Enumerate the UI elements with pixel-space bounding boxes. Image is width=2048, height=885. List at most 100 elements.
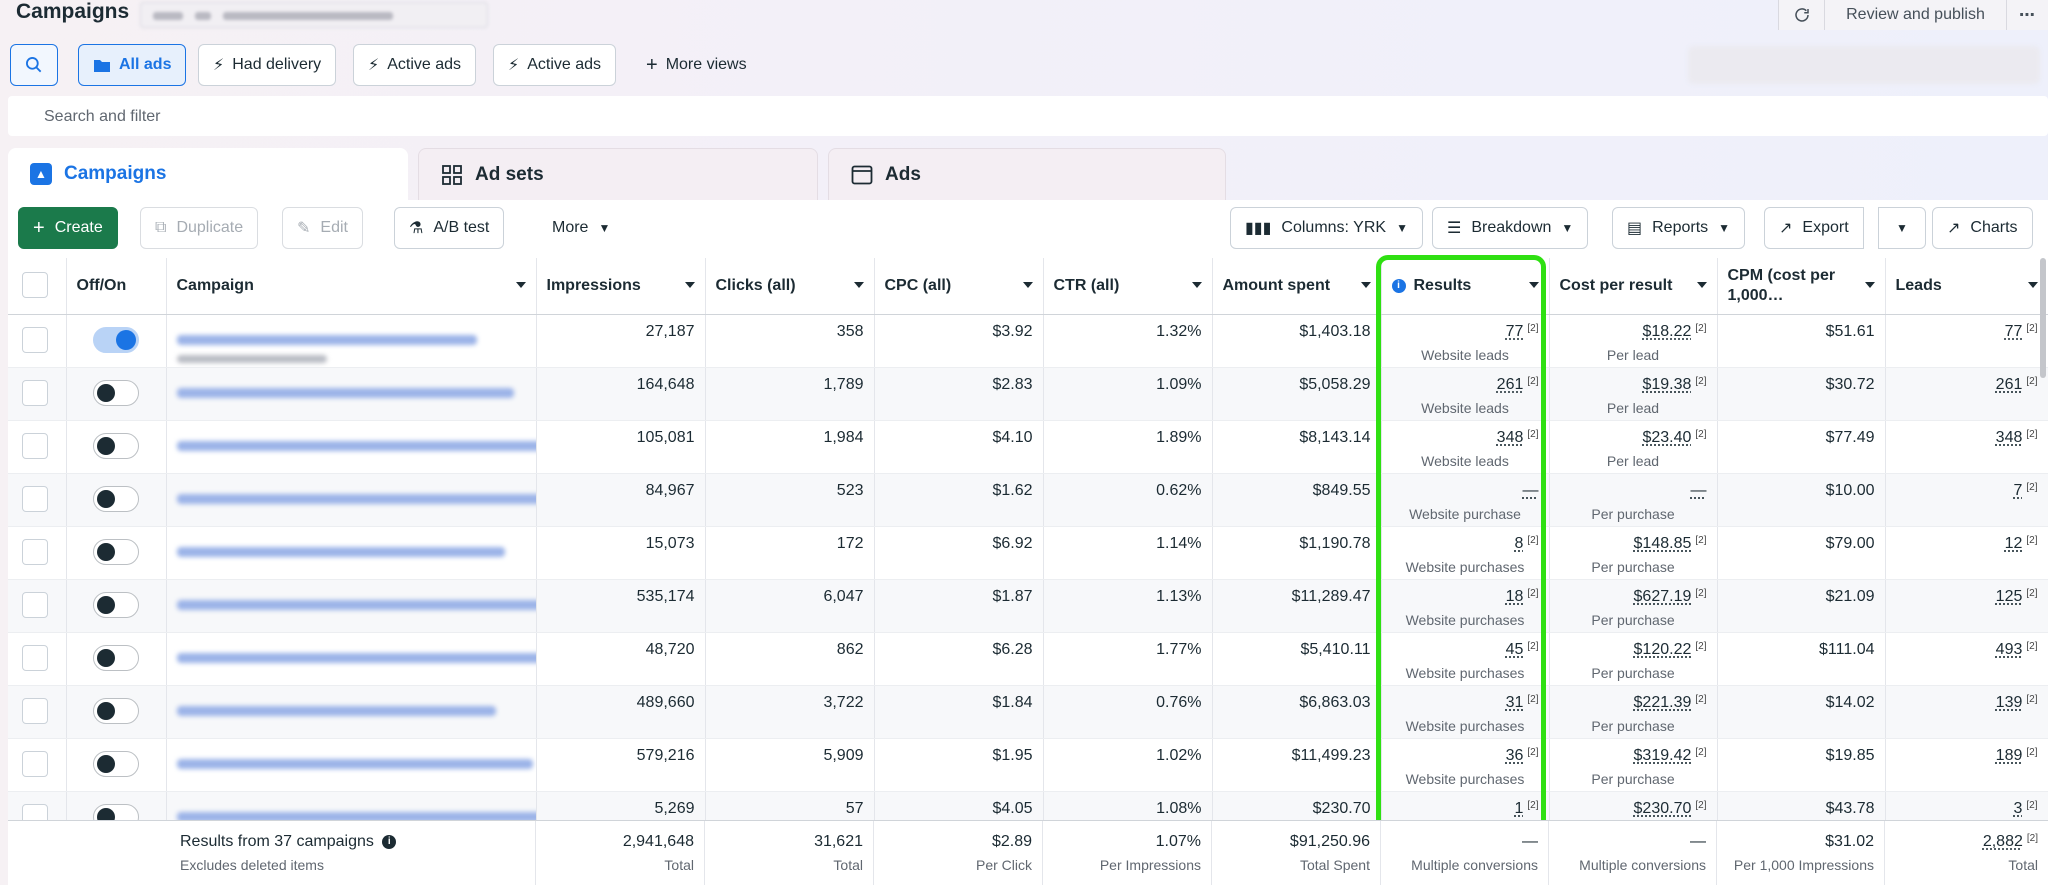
cpr-value[interactable]: $221.39	[1634, 694, 1692, 711]
cpr-value[interactable]: $319.42	[1634, 747, 1692, 764]
results-value[interactable]: 348	[1497, 429, 1524, 446]
campaign-toggle[interactable]	[92, 538, 139, 565]
leads-value[interactable]: 3	[2013, 800, 2022, 817]
col-ctr[interactable]: CTR (all)	[1043, 258, 1213, 315]
tab-campaigns[interactable]: ▲ Campaigns	[8, 148, 408, 200]
duplicate-button[interactable]: ⧉ Duplicate	[140, 207, 259, 249]
export-button[interactable]: ↗ Export	[1764, 207, 1864, 249]
sort-caret-icon[interactable]	[684, 282, 695, 288]
table-row[interactable]: 84,967 523 $1.62 0.62% $849.55— Website purch…	[8, 473, 2048, 527]
leads-value[interactable]: 261	[1996, 376, 2023, 393]
results-value[interactable]: 36	[1506, 747, 1524, 764]
campaign-toggle[interactable]	[92, 326, 139, 353]
campaign-toggle[interactable]	[92, 591, 139, 618]
table-row[interactable]: 27,187 358 $3.92 1.32% $1,403.18 77 [2] Website…	[8, 314, 2048, 368]
results-value[interactable]: 1	[1514, 800, 1523, 817]
col-results[interactable]: i Results	[1381, 258, 1550, 315]
campaign-name[interactable]	[176, 652, 535, 663]
col-leads[interactable]: Leads	[1885, 258, 2048, 315]
campaign-toggle[interactable]	[92, 379, 139, 406]
campaign-name-cell[interactable]	[166, 473, 537, 527]
campaign-name-cell[interactable]	[166, 367, 537, 421]
row-checkbox[interactable]	[22, 697, 48, 724]
sort-caret-icon[interactable]	[1191, 282, 1202, 288]
leads-value[interactable]: 77	[2005, 323, 2023, 340]
review-and-publish-button[interactable]: Review and publish	[1824, 0, 2006, 30]
col-cpm[interactable]: CPM (cost per 1,000…	[1717, 258, 1886, 315]
view-all-ads[interactable]: All ads	[78, 44, 187, 86]
total-value[interactable]: 2,882	[1983, 833, 2023, 850]
more-options-button[interactable]: ⋯	[2006, 0, 2048, 30]
leads-value[interactable]: 139	[1996, 694, 2023, 711]
campaign-name-cell[interactable]	[166, 526, 537, 580]
refresh-button[interactable]	[1778, 0, 1824, 30]
search-filter-bar[interactable]: Search and filter	[8, 96, 2048, 136]
leads-value[interactable]: 12	[2005, 535, 2023, 552]
campaign-name-cell[interactable]	[166, 632, 537, 686]
table-row[interactable]: 579,216 5,909 $1.95 1.02% $11,499.23 36 [2] Web…	[8, 738, 2048, 792]
row-checkbox[interactable]	[22, 750, 48, 777]
results-value[interactable]: 31	[1506, 694, 1524, 711]
view-active-ads-2[interactable]: ⚡︎ Active ads	[493, 44, 617, 86]
table-row[interactable]: 48,720 862 $6.28 1.77% $5,410.11 45 [2] Website…	[8, 632, 2048, 686]
cpr-value[interactable]: —	[1691, 482, 1707, 499]
cpr-value[interactable]: $23.40	[1642, 429, 1691, 446]
columns-button[interactable]: ▮▮▮ Columns: YRK ▼	[1230, 207, 1423, 249]
campaign-name-cell[interactable]	[166, 579, 537, 633]
cpr-value[interactable]: $120.22	[1634, 641, 1692, 658]
table-row[interactable]: 164,648 1,789 $2.83 1.09% $5,058.29 261 [2] Web…	[8, 367, 2048, 421]
row-checkbox[interactable]	[22, 326, 48, 353]
campaign-name-cell[interactable]	[166, 738, 537, 792]
table-row[interactable]: 489,660 3,722 $1.84 0.76% $6,863.03 31 [2] Webs…	[8, 685, 2048, 739]
sort-caret-icon[interactable]	[853, 282, 864, 288]
cpr-value[interactable]: $19.38	[1642, 376, 1691, 393]
info-icon[interactable]: i	[1391, 278, 1406, 293]
row-checkbox[interactable]	[22, 485, 48, 512]
table-row[interactable]: 15,073 172 $6.92 1.14% $1,190.78 8 [2] Website …	[8, 526, 2048, 580]
cpr-value[interactable]: $627.19	[1634, 588, 1692, 605]
campaign-toggle[interactable]	[92, 485, 139, 512]
campaign-name[interactable]	[176, 758, 533, 769]
leads-value[interactable]: 493	[1996, 641, 2023, 658]
results-value[interactable]: 77	[1506, 323, 1524, 340]
export-dropdown-button[interactable]: ▼	[1878, 207, 1926, 249]
results-value[interactable]: —	[1523, 482, 1539, 499]
campaign-name-cell[interactable]	[166, 685, 537, 739]
col-amount-spent[interactable]: Amount spent	[1212, 258, 1382, 315]
campaign-name[interactable]	[176, 334, 477, 345]
leads-value[interactable]: 348	[1996, 429, 2023, 446]
campaign-name-cell[interactable]	[166, 420, 537, 474]
leads-value[interactable]: 125	[1996, 588, 2023, 605]
sort-caret-icon[interactable]	[1360, 282, 1371, 288]
breakdown-button[interactable]: ☰ Breakdown ▼	[1432, 207, 1589, 249]
sort-caret-icon[interactable]	[1864, 282, 1875, 288]
col-impressions[interactable]: Impressions	[536, 258, 706, 315]
edit-button[interactable]: ✎ Edit	[282, 207, 363, 249]
sort-caret-icon[interactable]	[515, 282, 526, 288]
date-range-picker[interactable]	[1688, 46, 2040, 84]
campaign-toggle[interactable]	[92, 644, 139, 671]
campaign-name[interactable]	[176, 546, 505, 557]
campaign-name[interactable]	[176, 599, 535, 610]
col-clicks[interactable]: Clicks (all)	[705, 258, 875, 315]
tab-ads[interactable]: Ads	[828, 148, 1226, 200]
results-value[interactable]: 45	[1506, 641, 1524, 658]
tab-ad-sets[interactable]: Ad sets	[418, 148, 818, 200]
cpr-value[interactable]: $148.85	[1634, 535, 1692, 552]
view-had-delivery[interactable]: ⚡︎ Had delivery	[198, 44, 337, 86]
sort-caret-icon[interactable]	[1022, 282, 1033, 288]
campaign-name[interactable]	[176, 705, 496, 716]
campaign-name[interactable]	[176, 387, 514, 398]
row-checkbox[interactable]	[22, 591, 48, 618]
sort-caret-icon[interactable]	[1528, 282, 1539, 288]
results-value[interactable]: 8	[1514, 535, 1523, 552]
search-input[interactable]: Search and filter	[44, 108, 161, 126]
search-button[interactable]	[10, 44, 58, 86]
create-button[interactable]: + Create	[18, 207, 118, 249]
row-checkbox[interactable]	[22, 538, 48, 565]
cpr-value[interactable]: $18.22	[1642, 323, 1691, 340]
table-row[interactable]: 535,174 6,047 $1.87 1.13% $11,289.47 18 [2] Web…	[8, 579, 2048, 633]
ab-test-button[interactable]: ⚗︎ A/B test	[394, 207, 505, 249]
vertical-scrollbar[interactable]	[2040, 258, 2046, 378]
campaign-toggle[interactable]	[92, 432, 139, 459]
